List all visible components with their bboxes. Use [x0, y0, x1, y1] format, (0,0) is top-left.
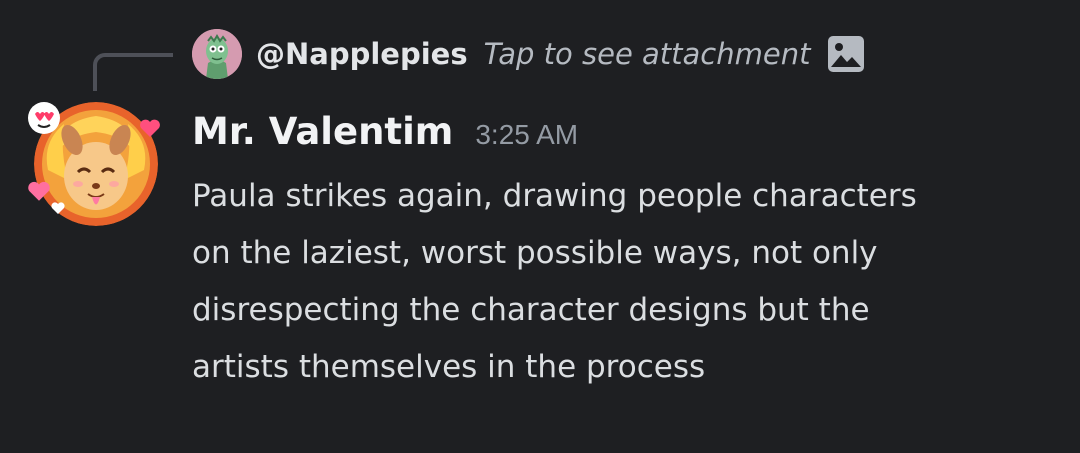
message-line: Paula strikes again, drawing people char…	[192, 178, 917, 214]
image-icon	[826, 34, 866, 74]
reply-avatar[interactable]	[192, 29, 242, 79]
message-timestamp: 3:25 AM	[475, 119, 579, 150]
heart-eyes-emoji-decoration-icon	[28, 102, 60, 134]
reply-preview[interactable]: @Napplepies Tap to see attachment	[192, 28, 866, 80]
author-name[interactable]: Mr. Valentim	[192, 110, 453, 153]
message-header: Mr. Valentim 3:25 AM	[192, 110, 578, 153]
green-zombie-avatar-icon	[192, 29, 242, 79]
heart-icon	[28, 181, 50, 201]
heart-icon	[51, 202, 65, 214]
reply-preview-text[interactable]: Tap to see attachment	[484, 37, 811, 71]
message-line: disrespecting the character designs but …	[192, 292, 870, 328]
message-content: Paula strikes again, drawing people char…	[192, 168, 1062, 396]
message-line: on the laziest, worst possible ways, not…	[192, 235, 878, 271]
author-avatar-container[interactable]	[26, 100, 166, 230]
heart-icon	[140, 119, 160, 137]
reply-connector-line	[93, 53, 173, 91]
message-line: artists themselves in the process	[192, 349, 706, 385]
reply-username[interactable]: @Napplepies	[256, 37, 468, 71]
